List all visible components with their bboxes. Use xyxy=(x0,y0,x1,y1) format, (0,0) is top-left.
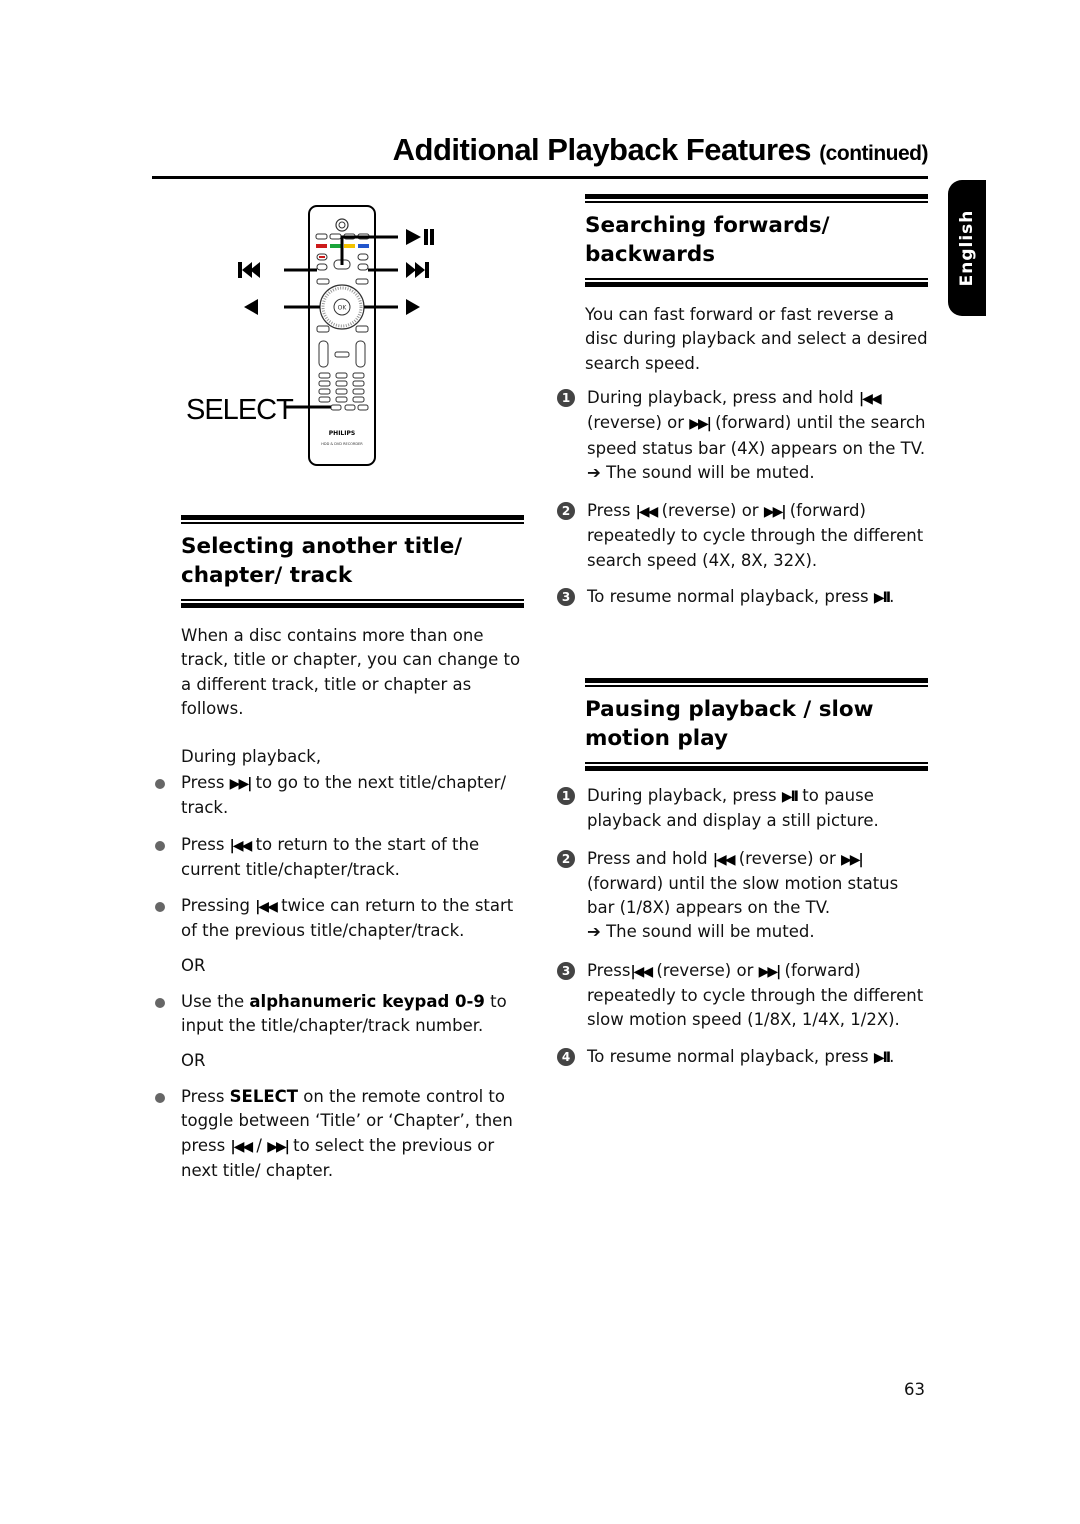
or-separator: OR xyxy=(181,955,206,975)
section-heading: Searching forwards/ backwards xyxy=(585,213,830,267)
step-number: 2 xyxy=(557,502,575,521)
step-item: 4 To resume normal playback, press ▶II. xyxy=(557,1045,929,1070)
next-icon: ▶▶| xyxy=(229,776,253,792)
previous-icon: |◀◀ xyxy=(229,837,253,854)
page-title: Additional Playback Features (continued) xyxy=(150,132,929,168)
list-item: Press |◀◀ to return to the start of the … xyxy=(153,833,533,883)
result-note: ➔ The sound will be muted. xyxy=(587,462,815,482)
list-item: Press SELECT on the remote control to to… xyxy=(153,1085,533,1183)
next-button xyxy=(357,263,369,271)
select-callout-label: SELECT xyxy=(186,394,294,426)
section-selecting-title: Selecting another title/ chapter/ track … xyxy=(181,515,524,769)
previous-icon: |◀◀ xyxy=(712,851,736,868)
or-separator: OR xyxy=(181,1050,206,1070)
previous-icon: |◀◀ xyxy=(255,899,278,916)
pause-steps: 1 During playback, press ▶II to pause pl… xyxy=(557,784,929,1070)
step-number: 3 xyxy=(557,961,575,980)
previous-icon: |◀◀ xyxy=(630,963,653,980)
list-item: Press ▶▶| to go to the next title/chapte… xyxy=(153,771,533,821)
previous-icon: |◀◀ xyxy=(635,504,659,521)
language-tab-label: English xyxy=(957,209,977,287)
step-item: 2 Press and hold |◀◀ (reverse) or ▶▶| (f… xyxy=(557,847,929,945)
section-intro: When a disc contains more than one track… xyxy=(181,626,521,718)
section-rule-top xyxy=(181,515,524,524)
step-number: 3 xyxy=(557,588,575,607)
play-pause-icon xyxy=(406,229,434,245)
bullet-dot xyxy=(155,902,165,913)
arrow-icon: ➔ xyxy=(587,922,601,942)
step-item: 2 Press |◀◀ (reverse) or ▶▶| (forward) r… xyxy=(557,499,929,573)
bullet-dot xyxy=(155,998,165,1009)
remote-control-figure: OK PHILIPS HDD & DVD RECORDER SELECT xyxy=(180,195,460,475)
select-button xyxy=(330,404,342,411)
next-icon: ▶▶| xyxy=(267,1138,290,1155)
step-item: 1 During playback, press and hold |◀◀ (r… xyxy=(557,386,929,485)
result-note: ➔ The sound will be muted. xyxy=(587,922,815,942)
brand-label: PHILIPS xyxy=(329,430,355,437)
language-tab: English xyxy=(948,180,986,316)
page-number: 63 xyxy=(904,1380,925,1399)
previous-icon: |◀◀ xyxy=(858,391,882,407)
section-rule-top xyxy=(585,194,928,203)
next-icon: ▶▶| xyxy=(840,851,864,868)
green-key xyxy=(330,244,341,248)
step-item: 1 During playback, press ▶II to pause pl… xyxy=(557,784,929,834)
next-icon: ▶▶| xyxy=(763,504,787,521)
step-item: 3 Press|◀◀ (reverse) or ▶▶| (forward) re… xyxy=(557,959,929,1033)
next-icon: ▶▶| xyxy=(758,963,782,980)
previous-icon: |◀◀ xyxy=(230,1138,253,1155)
blue-key xyxy=(358,244,369,248)
remote-control-illustration: OK PHILIPS HDD & DVD RECORDER SELECT xyxy=(186,205,434,466)
section-rule-bottom xyxy=(181,599,524,608)
step-number: 4 xyxy=(557,1047,575,1066)
section-intro: You can fast forward or fast reverse a d… xyxy=(585,305,928,373)
bullet-dot xyxy=(155,840,165,851)
right-arrow-icon xyxy=(406,299,420,315)
page-title-suffix: (continued) xyxy=(819,142,928,165)
section-rule-bottom xyxy=(585,278,928,287)
next-icon xyxy=(406,262,429,278)
next-icon: ▶▶| xyxy=(689,416,712,433)
previous-icon xyxy=(238,262,260,278)
step-number: 1 xyxy=(557,787,575,805)
list-item: Pressing |◀◀ twice can return to the sta… xyxy=(153,894,533,944)
section-heading: Pausing playback / slow motion play xyxy=(585,697,874,751)
bullet-dot xyxy=(155,1092,165,1103)
yellow-key xyxy=(344,244,355,248)
red-key xyxy=(316,244,327,248)
section-heading: Selecting another title/ chapter/ track xyxy=(181,534,463,588)
model-label: HDD & DVD RECORDER xyxy=(321,442,363,446)
left-bullet-list: Press ▶▶| to go to the next title/chapte… xyxy=(153,771,533,1183)
play-pause-icon: ▶II xyxy=(873,590,891,607)
ok-label: OK xyxy=(338,305,348,312)
prev-button xyxy=(316,263,328,271)
section-rule-bottom xyxy=(585,762,928,771)
during-playback-label: During playback, xyxy=(181,747,322,767)
step-number: 1 xyxy=(557,389,575,407)
play-pause-icon: ▶II xyxy=(781,789,799,805)
section-searching: Searching forwards/ backwards You can fa… xyxy=(585,194,928,376)
step-number: 2 xyxy=(557,849,575,868)
left-arrow-icon xyxy=(244,299,258,315)
section-rule-top xyxy=(585,678,928,687)
bullet-dot xyxy=(155,779,165,789)
page-title-text: Additional Playback Features xyxy=(392,132,812,167)
arrow-icon: ➔ xyxy=(587,462,601,482)
step-item: 3 To resume normal playback, press ▶II. xyxy=(557,585,929,610)
play-pause-icon: ▶II xyxy=(873,1049,891,1066)
title-divider xyxy=(152,176,928,179)
list-item: Use the alphanumeric keypad 0-9 to input… xyxy=(153,990,533,1039)
search-steps: 1 During playback, press and hold |◀◀ (r… xyxy=(557,386,929,610)
section-pausing: Pausing playback / slow motion play xyxy=(585,678,928,771)
